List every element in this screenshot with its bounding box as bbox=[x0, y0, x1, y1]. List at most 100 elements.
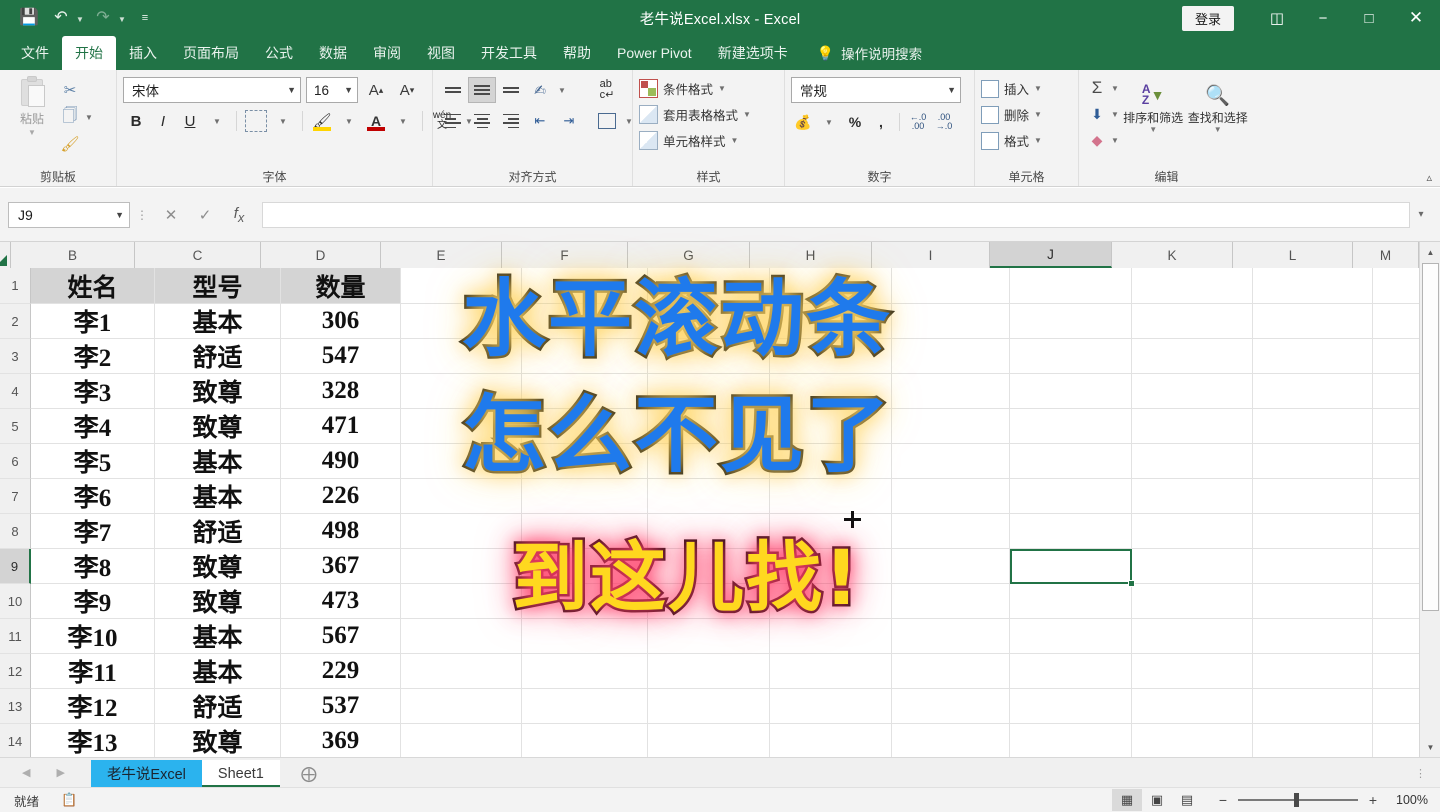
format-as-table-button[interactable]: 套用表格格式 ▼ bbox=[639, 102, 751, 126]
cell-K3[interactable] bbox=[1132, 339, 1253, 374]
cell-K10[interactable] bbox=[1132, 584, 1253, 619]
cell-H14[interactable] bbox=[770, 724, 892, 757]
cell-I11[interactable] bbox=[892, 619, 1010, 654]
cell-B1[interactable]: 姓名 bbox=[31, 268, 155, 304]
column-header-e[interactable]: E bbox=[381, 242, 502, 268]
cell-L7[interactable] bbox=[1253, 479, 1373, 514]
cell-C11[interactable]: 基本 bbox=[155, 619, 281, 654]
cell-K5[interactable] bbox=[1132, 409, 1253, 444]
cell-C9[interactable]: 致尊 bbox=[155, 549, 281, 584]
cell-I5[interactable] bbox=[892, 409, 1010, 444]
cell-D8[interactable]: 498 bbox=[281, 514, 401, 549]
cell-I10[interactable] bbox=[892, 584, 1010, 619]
page-break-preview-icon[interactable]: ▤ bbox=[1172, 789, 1202, 811]
page-layout-view-icon[interactable]: ▣ bbox=[1142, 789, 1172, 811]
column-header-g[interactable]: G bbox=[628, 242, 750, 268]
cell-B13[interactable]: 李12 bbox=[31, 689, 155, 724]
ribbon-tab-file[interactable]: 文件 bbox=[8, 36, 62, 70]
cancel-icon[interactable]: ✕ bbox=[154, 202, 188, 228]
cell-J10[interactable] bbox=[1010, 584, 1132, 619]
zoom-control[interactable]: − + bbox=[1216, 792, 1380, 808]
cell-L6[interactable] bbox=[1253, 444, 1373, 479]
ribbon-tab-home[interactable]: 开始 bbox=[62, 36, 116, 70]
cell-G3[interactable] bbox=[648, 339, 770, 374]
select-all-corner-icon[interactable] bbox=[0, 242, 11, 268]
cell-I2[interactable] bbox=[892, 304, 1010, 339]
row-header-3[interactable]: 3 bbox=[0, 339, 31, 374]
cell-styles-dropdown-icon[interactable]: ▼ bbox=[731, 136, 739, 145]
cell-C2[interactable]: 基本 bbox=[155, 304, 281, 339]
cell-D4[interactable]: 328 bbox=[281, 374, 401, 409]
cell-K8[interactable] bbox=[1132, 514, 1253, 549]
cell-C8[interactable]: 舒适 bbox=[155, 514, 281, 549]
cell-J4[interactable] bbox=[1010, 374, 1132, 409]
fill-color-button[interactable]: 🖌 bbox=[309, 108, 335, 134]
fill-dropdown-icon[interactable]: ▼ bbox=[1111, 110, 1119, 119]
conditional-formatting-dropdown-icon[interactable]: ▼ bbox=[718, 84, 726, 93]
ribbon-tab-help[interactable]: 帮助 bbox=[550, 36, 604, 70]
row-header-10[interactable]: 10 bbox=[0, 584, 31, 619]
zoom-in-button[interactable]: + bbox=[1366, 792, 1380, 808]
cell-H3[interactable] bbox=[770, 339, 892, 374]
cell-B14[interactable]: 李13 bbox=[31, 724, 155, 757]
cell-L9[interactable] bbox=[1253, 549, 1373, 584]
column-header-j[interactable]: J bbox=[990, 242, 1112, 268]
cell-G8[interactable] bbox=[648, 514, 770, 549]
cell-G10[interactable] bbox=[648, 584, 770, 619]
row-header-7[interactable]: 7 bbox=[0, 479, 31, 514]
cell-E1[interactable] bbox=[401, 268, 522, 304]
cell-K2[interactable] bbox=[1132, 304, 1253, 339]
paste-dropdown-icon[interactable]: ▼ bbox=[28, 128, 36, 137]
vertical-scrollbar[interactable]: ▲ ▼ bbox=[1419, 242, 1440, 757]
ribbon-display-options-icon[interactable]: ◫ bbox=[1254, 0, 1300, 36]
paste-button[interactable]: 粘贴 ▼ bbox=[6, 74, 58, 137]
sort-filter-dropdown-icon[interactable]: ▼ bbox=[1149, 125, 1157, 134]
cell-D11[interactable]: 567 bbox=[281, 619, 401, 654]
close-icon[interactable]: ✕ bbox=[1392, 0, 1440, 36]
cell-I13[interactable] bbox=[892, 689, 1010, 724]
cell-B3[interactable]: 李2 bbox=[31, 339, 155, 374]
ribbon-tab-developer[interactable]: 开发工具 bbox=[468, 36, 550, 70]
cell-I12[interactable] bbox=[892, 654, 1010, 689]
merge-and-center-button[interactable] bbox=[593, 108, 621, 134]
row-header-8[interactable]: 8 bbox=[0, 514, 31, 549]
find-and-select-button[interactable]: 🔍 查找和选择 ▼ bbox=[1187, 76, 1248, 134]
normal-view-icon[interactable]: ▦ bbox=[1112, 789, 1142, 811]
cell-H12[interactable] bbox=[770, 654, 892, 689]
cell-K6[interactable] bbox=[1132, 444, 1253, 479]
column-header-k[interactable]: K bbox=[1112, 242, 1233, 268]
text-orientation-button[interactable]: ✍ bbox=[526, 77, 554, 103]
cell-J14[interactable] bbox=[1010, 724, 1132, 757]
column-header-i[interactable]: I bbox=[872, 242, 990, 268]
insert-function-icon[interactable]: fx bbox=[222, 202, 256, 228]
column-header-m[interactable]: M bbox=[1353, 242, 1419, 268]
cell-C12[interactable]: 基本 bbox=[155, 654, 281, 689]
undo-dropdown-icon[interactable]: ▼ bbox=[74, 4, 86, 32]
wrap-text-button[interactable]: abc↵ bbox=[593, 77, 621, 103]
zoom-out-button[interactable]: − bbox=[1216, 792, 1230, 808]
sheet-tab-sheet1[interactable]: Sheet1 bbox=[202, 760, 280, 787]
cell-J11[interactable] bbox=[1010, 619, 1132, 654]
cell-E6[interactable] bbox=[401, 444, 522, 479]
align-right-button[interactable] bbox=[497, 108, 525, 134]
cell-L14[interactable] bbox=[1253, 724, 1373, 757]
cell-D12[interactable]: 229 bbox=[281, 654, 401, 689]
cell-J1[interactable] bbox=[1010, 268, 1132, 304]
row-header-13[interactable]: 13 bbox=[0, 689, 31, 724]
cell-D9[interactable]: 367 bbox=[281, 549, 401, 584]
column-header-h[interactable]: H bbox=[750, 242, 872, 268]
cell-J12[interactable] bbox=[1010, 654, 1132, 689]
sheet-tab-laoniushuoexcel[interactable]: 老牛说Excel bbox=[91, 760, 202, 787]
column-header-d[interactable]: D bbox=[261, 242, 381, 268]
decrease-indent-button[interactable]: ⇤ bbox=[526, 108, 554, 134]
cell-E4[interactable] bbox=[401, 374, 522, 409]
font-color-button[interactable]: A bbox=[363, 108, 389, 134]
cell-H11[interactable] bbox=[770, 619, 892, 654]
row-header-14[interactable]: 14 bbox=[0, 724, 31, 757]
cell-E11[interactable] bbox=[401, 619, 522, 654]
cell-G9[interactable] bbox=[648, 549, 770, 584]
signin-button[interactable]: 登录 bbox=[1182, 6, 1234, 31]
fill-button[interactable]: ⬇ ▼ bbox=[1085, 102, 1119, 126]
cell-K1[interactable] bbox=[1132, 268, 1253, 304]
cell-B5[interactable]: 李4 bbox=[31, 409, 155, 444]
